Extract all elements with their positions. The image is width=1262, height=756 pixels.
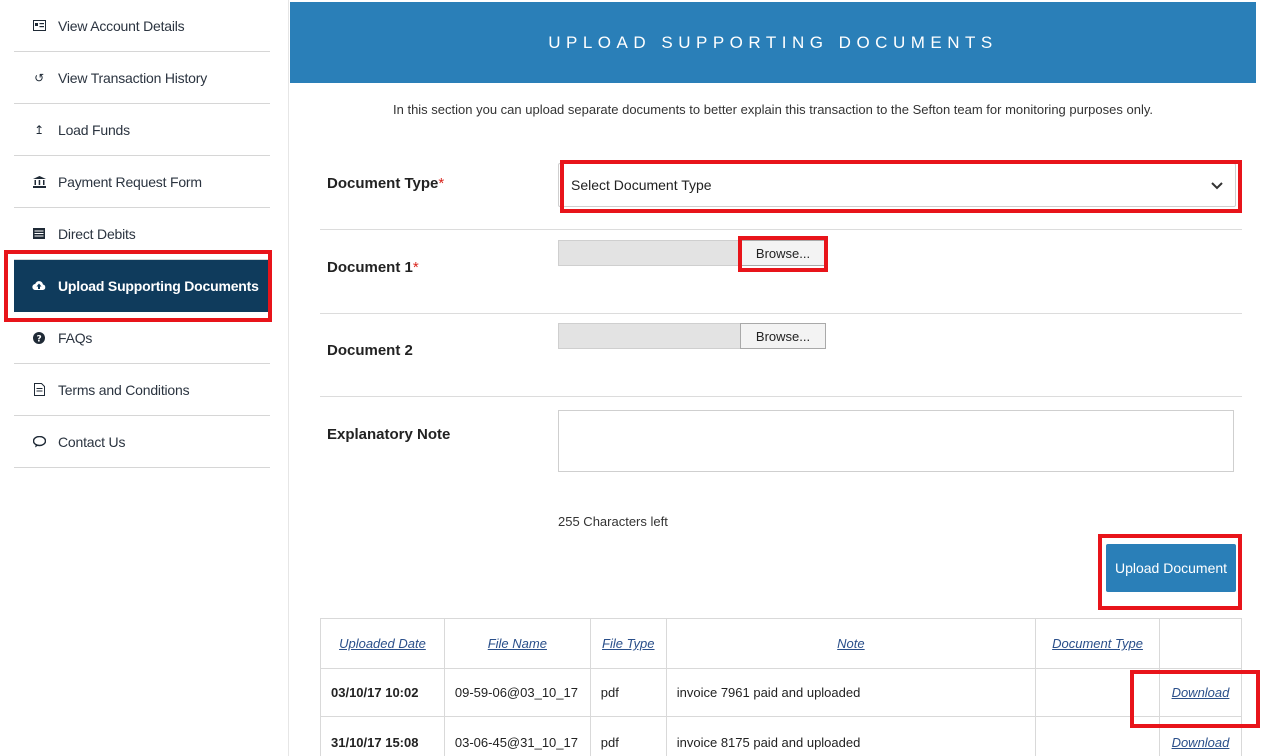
sidebar-item-label: Upload Supporting Documents — [58, 277, 259, 294]
sidebar-item-label: View Transaction History — [58, 69, 208, 86]
download-link[interactable]: Download — [1158, 716, 1243, 756]
sidebar-item-label: FAQs — [58, 329, 93, 346]
upload-arrow-icon: ↥ — [34, 122, 44, 137]
sidebar-item-label: Direct Debits — [58, 225, 136, 242]
chevron-down-icon — [1211, 178, 1223, 193]
document1-browse-button[interactable]: Browse... — [740, 240, 826, 266]
cell-uploaded-date: 03/10/17 10:02 — [320, 668, 445, 717]
sidebar-nav: View Account Details ↺ View Transaction … — [14, 0, 270, 468]
required-mark: * — [438, 175, 445, 192]
sidebar-item-load-funds[interactable]: ↥ Load Funds — [14, 104, 270, 156]
column-header-note[interactable]: Note — [665, 618, 1037, 669]
content-divider — [288, 0, 289, 756]
sidebar-item-label: View Account Details — [58, 17, 185, 34]
sidebar-item-terms-and-conditions[interactable]: Terms and Conditions — [14, 364, 270, 416]
cell-uploaded-date: 31/10/17 15:08 — [320, 716, 445, 756]
sidebar-item-label: Contact Us — [58, 433, 126, 450]
cell-file-name: 09-59-06@03_10_17 — [443, 668, 591, 717]
divider — [320, 229, 1242, 230]
document-type-label: Document Type* — [327, 175, 445, 192]
sidebar-item-payment-request-form[interactable]: Payment Request Form — [14, 156, 270, 208]
table-header-row: Uploaded Date File Name File Type Note D… — [320, 618, 1243, 669]
question-icon: ? — [32, 331, 46, 345]
cloud-upload-icon — [32, 279, 46, 293]
page-title: UPLOAD SUPPORTING DOCUMENTS — [290, 2, 1256, 83]
document1-file-field[interactable] — [558, 240, 740, 266]
uploaded-documents-table: Uploaded Date File Name File Type Note D… — [320, 618, 1243, 756]
cell-file-name: 03-06-45@31_10_17 — [443, 716, 591, 756]
download-link[interactable]: Download — [1158, 668, 1243, 717]
document1-label: Document 1* — [327, 259, 419, 276]
table-row: 03/10/17 10:02 09-59-06@03_10_17 pdf inv… — [320, 668, 1243, 717]
cell-note: invoice 8175 paid and uploaded — [665, 716, 1037, 756]
explanatory-note-label: Explanatory Note — [327, 426, 451, 443]
required-mark: * — [412, 259, 419, 276]
sidebar-item-label: Terms and Conditions — [58, 381, 190, 398]
cell-file-type: pdf — [589, 716, 667, 756]
bank-icon — [32, 175, 46, 189]
document2-browse-button[interactable]: Browse... — [740, 323, 826, 349]
cell-file-type: pdf — [589, 668, 667, 717]
column-header-document-type[interactable]: Document Type — [1035, 618, 1160, 669]
sidebar-item-label: Load Funds — [58, 121, 130, 138]
sidebar-item-contact-us[interactable]: Contact Us — [14, 416, 270, 468]
column-header-file-type[interactable]: File Type — [589, 618, 667, 669]
upload-document-button[interactable]: Upload Document — [1106, 544, 1236, 592]
document-icon — [32, 383, 46, 397]
id-card-icon — [32, 19, 46, 33]
cell-note: invoice 7961 paid and uploaded — [665, 668, 1037, 717]
intro-text: In this section you can upload separate … — [393, 102, 1153, 117]
divider — [320, 313, 1242, 314]
svg-text:?: ? — [36, 334, 41, 344]
column-header-file-name[interactable]: File Name — [443, 618, 591, 669]
document2-file-field[interactable] — [558, 323, 740, 349]
divider — [320, 396, 1242, 397]
sidebar-item-view-transaction-history[interactable]: ↺ View Transaction History — [14, 52, 270, 104]
list-icon — [32, 227, 46, 241]
document-type-select[interactable]: Select Document Type — [558, 163, 1236, 207]
sidebar-item-upload-supporting-documents[interactable]: Upload Supporting Documents — [14, 260, 270, 312]
sidebar-item-faqs[interactable]: ? FAQs — [14, 312, 270, 364]
sidebar-item-direct-debits[interactable]: Direct Debits — [14, 208, 270, 260]
sidebar-item-view-account-details[interactable]: View Account Details — [14, 0, 270, 52]
characters-left: 255 Characters left — [558, 514, 668, 529]
sidebar-item-label: Payment Request Form — [58, 173, 202, 190]
table-row: 31/10/17 15:08 03-06-45@31_10_17 pdf inv… — [320, 716, 1243, 756]
cell-document-type — [1035, 668, 1160, 717]
history-icon: ↺ — [34, 70, 44, 85]
cell-document-type — [1035, 716, 1160, 756]
document-type-selected: Select Document Type — [571, 177, 712, 193]
chat-icon — [32, 435, 46, 449]
document2-label: Document 2 — [327, 342, 413, 359]
column-header-uploaded-date[interactable]: Uploaded Date — [320, 618, 445, 669]
explanatory-note-input[interactable] — [558, 410, 1234, 472]
column-header-action — [1158, 618, 1243, 669]
